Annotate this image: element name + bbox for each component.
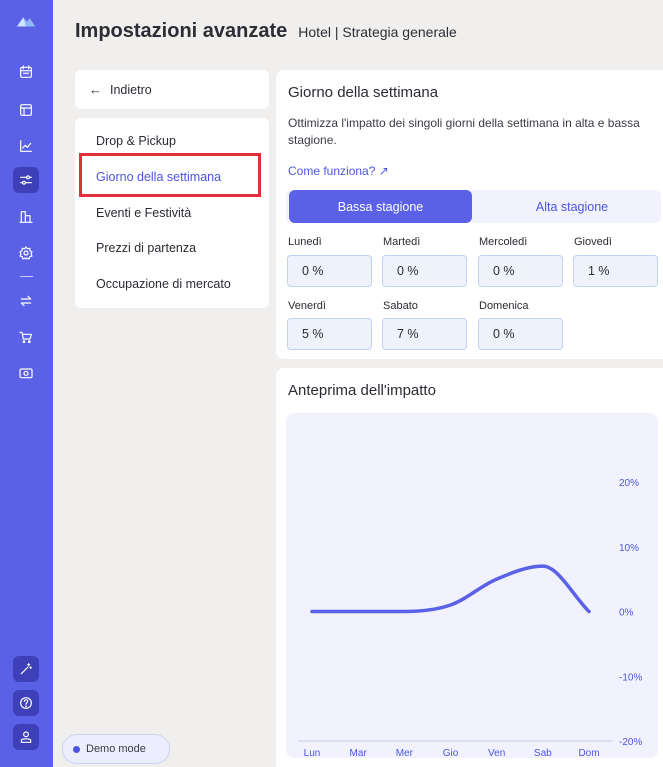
day-label-saturday: Sabato bbox=[383, 300, 418, 312]
settings-subnav: Drop & Pickup Giorno della settimana Eve… bbox=[75, 118, 269, 308]
impact-chart: 20% 10% 0% -10% -20% Lun Mar Mer Gio Ven Sab Dom bbox=[298, 478, 642, 759]
y-tick-label: 10% bbox=[619, 543, 639, 554]
day-input-monday[interactable]: 0 % bbox=[287, 255, 372, 287]
high-season-tab[interactable]: Alta stagione bbox=[482, 190, 662, 223]
day-input-thursday[interactable]: 1 % bbox=[573, 255, 658, 287]
page-title: Impostazioni avanzate bbox=[75, 20, 288, 42]
logo-icon[interactable] bbox=[13, 8, 39, 34]
page-header: Impostazioni avanzate Hotel | Strategia … bbox=[75, 20, 457, 43]
subnav-item-starting-prices[interactable]: Prezzi di partenza bbox=[96, 241, 196, 255]
day-input-sunday[interactable]: 0 % bbox=[478, 318, 563, 350]
low-season-tab[interactable]: Bassa stagione bbox=[289, 190, 472, 223]
user-icon[interactable] bbox=[13, 724, 39, 750]
swap-icon[interactable] bbox=[13, 288, 39, 314]
x-tick-label: Mer bbox=[396, 748, 414, 759]
cart-icon[interactable] bbox=[13, 324, 39, 350]
back-label: Indietro bbox=[110, 82, 152, 97]
y-tick-label: 20% bbox=[619, 478, 639, 489]
help-link[interactable]: Come funziona? ↗ bbox=[288, 164, 389, 178]
day-label-sunday: Domenica bbox=[479, 300, 529, 312]
x-tick-label: Gio bbox=[443, 748, 459, 759]
page-subtitle: Hotel | Strategia generale bbox=[298, 24, 457, 40]
layout-icon[interactable] bbox=[13, 97, 39, 123]
x-tick-label: Lun bbox=[304, 748, 321, 759]
settings-icon[interactable] bbox=[13, 240, 39, 266]
subnav-item-market-occupancy[interactable]: Occupazione di mercato bbox=[96, 277, 231, 291]
subnav-item-events[interactable]: Eventi e Festività bbox=[96, 206, 191, 220]
magic-wand-icon[interactable] bbox=[13, 656, 39, 682]
rail-divider bbox=[20, 276, 33, 277]
x-tick-label: Dom bbox=[578, 748, 599, 759]
season-toggle: Bassa stagione Alta stagione bbox=[286, 190, 661, 223]
weekday-card-description: Ottimizza l'impatto dei singoli giorni d… bbox=[288, 116, 640, 147]
weekday-card-title: Giorno della settimana bbox=[288, 84, 439, 101]
help-icon[interactable] bbox=[13, 690, 39, 716]
highlight-annotation bbox=[79, 153, 261, 197]
impact-line bbox=[310, 564, 591, 614]
arrow-left-icon: ← bbox=[89, 82, 102, 97]
day-label-friday: Venerdì bbox=[288, 300, 326, 312]
demo-dot-icon bbox=[73, 745, 80, 753]
chart-icon[interactable] bbox=[13, 133, 39, 159]
x-tick-label: Sab bbox=[534, 748, 552, 759]
demo-mode-badge[interactable]: Demo mode bbox=[62, 734, 170, 764]
day-label-thursday: Giovedì bbox=[574, 236, 612, 248]
weekday-card: Giorno della settimana Ottimizza l'impat… bbox=[276, 70, 663, 359]
day-input-friday[interactable]: 5 % bbox=[287, 318, 372, 350]
day-input-saturday[interactable]: 7 % bbox=[382, 318, 467, 350]
back-button[interactable]: ← Indietro bbox=[75, 70, 269, 109]
y-tick-label: -10% bbox=[619, 672, 642, 683]
sliders-icon[interactable] bbox=[13, 167, 39, 193]
day-label-monday: Lunedì bbox=[288, 236, 322, 248]
day-label-tuesday: Martedì bbox=[383, 236, 421, 248]
calendar-icon[interactable] bbox=[13, 59, 39, 85]
building-icon[interactable] bbox=[13, 204, 39, 230]
y-tick-label: 0% bbox=[619, 608, 634, 619]
day-label-wednesday: Mercoledì bbox=[479, 236, 528, 248]
money-icon[interactable] bbox=[13, 360, 39, 386]
day-input-tuesday[interactable]: 0 % bbox=[382, 255, 467, 287]
y-tick-label: -20% bbox=[619, 737, 642, 748]
x-tick-label: Mar bbox=[350, 748, 368, 759]
day-input-wednesday[interactable]: 0 % bbox=[478, 255, 563, 287]
app-sidebar bbox=[0, 0, 53, 767]
x-tick-label: Ven bbox=[488, 748, 505, 759]
subnav-item-drop-pickup[interactable]: Drop & Pickup bbox=[96, 134, 176, 148]
demo-mode-label: Demo mode bbox=[86, 743, 146, 755]
